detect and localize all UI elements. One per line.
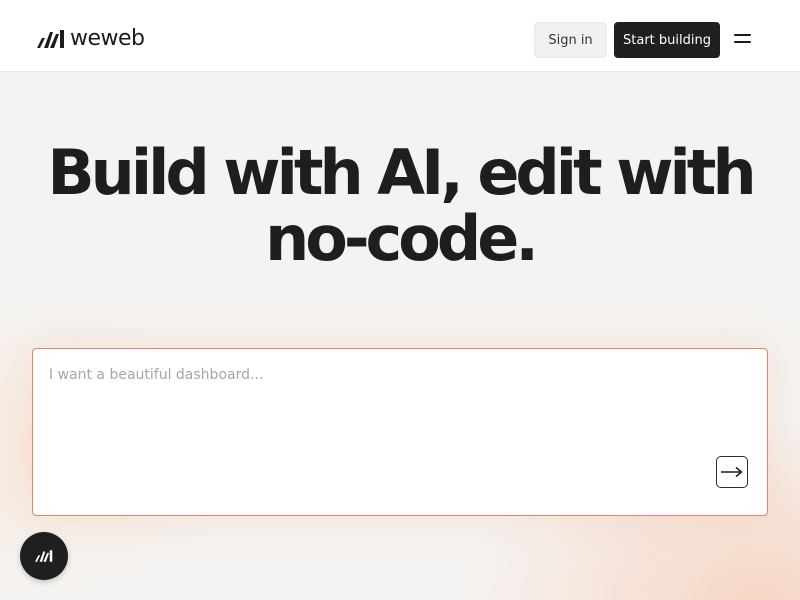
menu-line [734,41,751,43]
start-building-button[interactable]: Start building [614,22,720,58]
top-nav: weweb Sign in Start building [0,0,800,72]
logo-text: weweb [70,26,145,51]
submit-button[interactable] [716,456,748,488]
sign-in-button[interactable]: Sign in [534,22,607,58]
menu-line [734,34,751,36]
prompt-input[interactable] [49,367,709,487]
brand-logo[interactable]: weweb [36,28,145,50]
prompt-box [32,348,768,516]
floating-action-button[interactable] [20,532,68,580]
hamburger-menu-icon[interactable] [734,32,754,48]
weweb-logo-icon [35,550,53,562]
arrow-right-icon [721,466,743,478]
weweb-logo-icon [37,30,64,48]
hero-title: Build with AI, edit with no-code. [47,136,756,275]
